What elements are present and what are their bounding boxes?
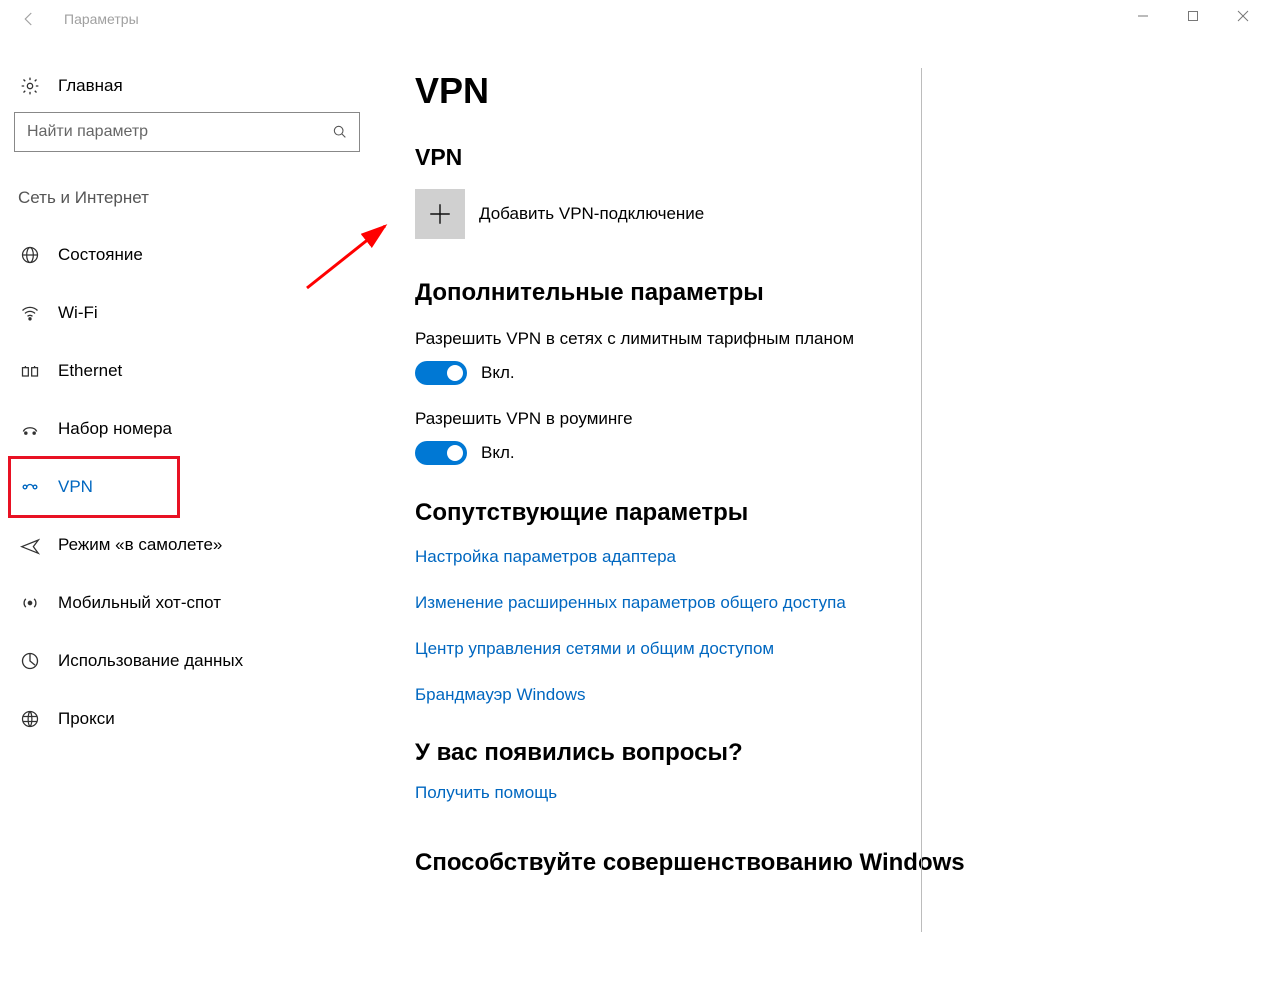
sidebar-item-ethernet[interactable]: Ethernet (14, 342, 365, 400)
plus-icon (427, 201, 453, 227)
minimize-button[interactable] (1118, 0, 1168, 32)
vpn-metered-toggle[interactable] (415, 361, 467, 385)
ethernet-icon (18, 361, 42, 381)
divider-artifact (921, 68, 922, 932)
back-button[interactable] (14, 4, 44, 34)
maximize-button[interactable] (1168, 0, 1218, 32)
sidebar-item-состояние[interactable]: Состояние (14, 226, 365, 284)
related-section: Сопутствующие параметры Настройка параме… (415, 499, 1242, 705)
dialup-icon (18, 419, 42, 439)
search-input-container[interactable] (14, 112, 360, 152)
add-vpn-button[interactable] (415, 189, 465, 239)
vpn-roaming-toggle[interactable] (415, 441, 467, 465)
sidebar-item-label: Использование данных (58, 651, 243, 671)
feedback-heading: Способствуйте совершенствованию Windows (415, 849, 1242, 877)
titlebar: Параметры (0, 0, 1272, 38)
link-get-help[interactable]: Получить помощь (415, 783, 557, 802)
airplane-icon (18, 535, 42, 555)
link-network-sharing-center[interactable]: Центр управления сетями и общим доступом (415, 639, 1242, 659)
related-heading: Сопутствующие параметры (415, 499, 1242, 527)
link-adapter-settings[interactable]: Настройка параметров адаптера (415, 547, 1242, 567)
close-button[interactable] (1218, 0, 1268, 32)
sidebar-item-label: Ethernet (58, 361, 122, 381)
sidebar-item-использование-данных[interactable]: Использование данных (14, 632, 365, 690)
sidebar: Главная Сеть и Интернет Состояние Wi-Fi Et… (0, 38, 365, 877)
sidebar-item-прокси[interactable]: Прокси (14, 690, 365, 748)
questions-heading: У вас появились вопросы? (415, 739, 1242, 767)
hotspot-icon (18, 593, 42, 613)
sidebar-item-wi-fi[interactable]: Wi-Fi (14, 284, 365, 342)
sidebar-item-label: VPN (58, 477, 93, 497)
sidebar-item-мобильный-хот-спот[interactable]: Мобильный хот-спот (14, 574, 365, 632)
sidebar-item-label: Мобильный хот-спот (58, 593, 221, 613)
vpn-roaming-option: Разрешить VPN в роуминге Вкл. (415, 409, 1242, 465)
sidebar-item-набор-номера[interactable]: Набор номера (14, 400, 365, 458)
search-icon (331, 123, 349, 141)
link-windows-firewall[interactable]: Брандмауэр Windows (415, 685, 1242, 705)
proxy-icon (18, 709, 42, 729)
sidebar-home-label: Главная (58, 76, 123, 96)
advanced-heading: Дополнительные параметры (415, 279, 1242, 307)
add-vpn-row[interactable]: Добавить VPN-подключение (415, 189, 1242, 239)
gear-icon (18, 76, 42, 96)
vpn-icon (18, 477, 42, 497)
page-title: VPN (415, 70, 1242, 112)
questions-section: У вас появились вопросы? Получить помощь (415, 739, 1242, 803)
vpn-metered-state: Вкл. (481, 363, 515, 383)
data-usage-icon (18, 651, 42, 671)
content-area: VPN VPN Добавить VPN-подключение Дополни… (365, 38, 1272, 877)
sidebar-item-label: Прокси (58, 709, 115, 729)
sidebar-nav: Состояние Wi-Fi Ethernet Набор номера VPN Реж… (14, 226, 365, 748)
window-controls (1118, 0, 1268, 32)
sidebar-home[interactable]: Главная (14, 68, 365, 112)
vpn-metered-label: Разрешить VPN в сетях с лимитным тарифны… (415, 329, 1242, 349)
search-input[interactable] (27, 123, 331, 141)
vpn-roaming-label: Разрешить VPN в роуминге (415, 409, 1242, 429)
sidebar-category: Сеть и Интернет (18, 188, 365, 208)
vpn-metered-option: Разрешить VPN в сетях с лимитным тарифны… (415, 329, 1242, 385)
sidebar-item-label: Набор номера (58, 419, 172, 439)
vpn-section-heading: VPN (415, 144, 1242, 171)
globe-icon (18, 245, 42, 265)
window-title: Параметры (64, 11, 139, 27)
link-advanced-sharing[interactable]: Изменение расширенных параметров общего … (415, 593, 1242, 613)
vpn-roaming-state: Вкл. (481, 443, 515, 463)
wifi-icon (18, 303, 42, 323)
sidebar-item-режим-в-самолете-[interactable]: Режим «в самолете» (14, 516, 365, 574)
sidebar-item-vpn[interactable]: VPN (14, 458, 365, 516)
sidebar-item-label: Wi-Fi (58, 303, 98, 323)
sidebar-item-label: Состояние (58, 245, 143, 265)
sidebar-item-label: Режим «в самолете» (58, 535, 222, 555)
add-vpn-label: Добавить VPN-подключение (479, 204, 704, 224)
